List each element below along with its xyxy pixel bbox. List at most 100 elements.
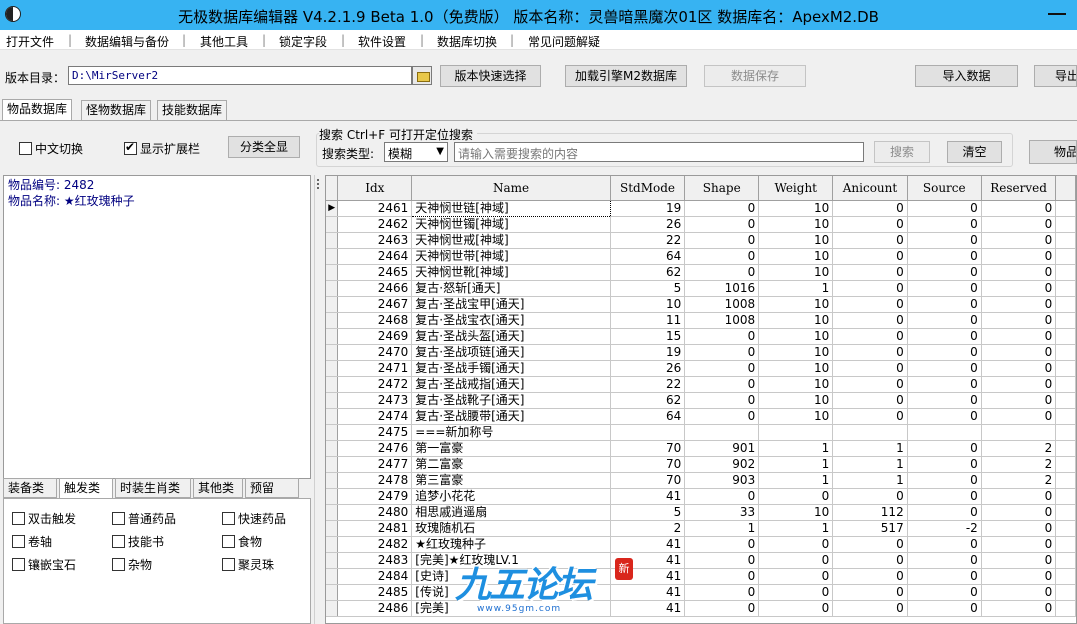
table-row[interactable]: 2464 天神悯世带[神域] 64 0 10 0 0 0 [326,248,1076,265]
row-indicator[interactable] [326,360,339,377]
table-cell[interactable]: 0 [981,600,1057,617]
table-cell[interactable]: 0 [981,536,1057,553]
table-cell[interactable]: 2466 [337,280,413,297]
table-cell[interactable]: 0 [832,376,908,393]
table-cell[interactable]: 10 [758,200,834,217]
row-indicator[interactable] [326,536,339,553]
table-cell[interactable]: 0 [684,232,760,249]
tab-other[interactable]: 其他类 [193,478,243,498]
table-cell[interactable]: 0 [907,200,982,217]
table-cell[interactable]: 复古·圣战宝甲[通天] [411,296,611,313]
table-cell[interactable] [907,424,982,441]
table-cell[interactable]: 0 [907,232,982,249]
table-row[interactable]: 2478 第三富豪 70 903 1 1 0 2 [326,472,1076,489]
row-indicator[interactable] [326,280,339,297]
row-indicator[interactable] [326,392,339,409]
table-cell[interactable]: 1 [832,440,908,457]
table-cell[interactable]: 0 [981,488,1057,505]
table-cell[interactable]: 复古·怒斩[通天] [411,280,611,297]
table-cell[interactable]: 70 [610,440,686,457]
table-cell[interactable]: 2 [610,520,686,537]
table-cell[interactable]: 复古·圣战靴子[通天] [411,392,611,409]
table-cell[interactable]: 0 [684,392,760,409]
row-indicator[interactable] [326,344,339,361]
table-cell[interactable]: 10 [758,216,834,233]
table-cell[interactable]: 0 [832,568,908,585]
row-indicator[interactable] [326,552,339,569]
load-engine-db-button[interactable]: 加载引擎M2数据库 [565,65,687,87]
table-cell[interactable]: 0 [684,376,760,393]
show-all-categories-button[interactable]: 分类全显 [228,136,300,158]
table-cell[interactable]: 0 [981,584,1057,601]
table-cell[interactable]: 1 [758,280,834,297]
table-cell[interactable]: 903 [684,472,760,489]
table-cell[interactable]: 相思戚逍遥扇 [411,504,611,521]
table-cell[interactable]: 2470 [337,344,413,361]
row-indicator[interactable] [326,264,339,281]
table-cell[interactable]: 0 [907,568,982,585]
table-row[interactable]: 2480 相思戚逍遥扇 5 33 10 112 0 0 [326,504,1076,521]
row-indicator[interactable] [326,600,339,617]
column-header[interactable]: Name [411,176,611,201]
row-indicator[interactable] [326,520,339,537]
table-cell[interactable]: 0 [907,456,982,473]
menu-faq[interactable]: 常见问题解疑 [528,33,600,50]
search-button[interactable]: 搜索 [874,141,930,163]
table-cell[interactable] [610,424,686,441]
table-cell[interactable]: 10 [758,504,834,521]
table-cell[interactable]: 26 [610,216,686,233]
table-row[interactable]: 2485 [传说] 41 0 0 0 0 0 [326,584,1076,601]
table-cell[interactable]: 2476 [337,440,413,457]
table-row[interactable]: 2475 ===新加称号 [326,424,1076,441]
table-cell[interactable]: 19 [610,200,686,217]
table-cell[interactable]: 10 [758,392,834,409]
table-cell[interactable]: 0 [832,264,908,281]
table-cell[interactable]: 天神悯世链[神域] [411,199,611,217]
table-cell[interactable]: 0 [684,360,760,377]
menu-other-tools[interactable]: 其他工具 [200,33,248,50]
quick-select-button[interactable]: 版本快速选择 [440,65,541,87]
table-cell[interactable]: 0 [981,232,1057,249]
menu-data-edit-backup[interactable]: 数据编辑与备份 [85,33,169,50]
table-row[interactable]: 2468 复古·圣战宝衣[通天] 11 1008 10 0 0 0 [326,312,1076,329]
table-cell[interactable]: 0 [832,344,908,361]
cat-spirit-bead[interactable]: 聚灵珠 [222,556,274,573]
table-cell[interactable]: 复古·圣战项链[通天] [411,344,611,361]
table-cell[interactable]: 2480 [337,504,413,521]
table-cell[interactable]: 0 [981,216,1057,233]
table-row[interactable]: 2466 复古·怒斩[通天] 5 1016 1 0 0 0 [326,280,1076,297]
table-cell[interactable]: 2474 [337,408,413,425]
table-cell[interactable]: 玫瑰随机石 [411,520,611,537]
table-cell[interactable]: 0 [684,264,760,281]
table-cell[interactable]: 2464 [337,248,413,265]
table-cell[interactable]: 0 [684,488,760,505]
table-row[interactable]: 2473 复古·圣战靴子[通天] 62 0 10 0 0 0 [326,392,1076,409]
table-cell[interactable]: 0 [907,488,982,505]
cat-food[interactable]: 食物 [222,533,262,550]
table-cell[interactable]: 22 [610,376,686,393]
cat-skill-book[interactable]: 技能书 [112,533,164,550]
table-cell[interactable]: 15 [610,328,686,345]
table-cell[interactable]: 1008 [684,312,760,329]
save-data-button[interactable]: 数据保存 [704,65,806,87]
table-cell[interactable]: 0 [684,568,760,585]
table-cell[interactable]: 0 [758,552,834,569]
table-cell[interactable]: 第一富豪 [411,440,611,457]
panel-splitter[interactable] [314,175,322,624]
table-cell[interactable]: 0 [981,200,1057,217]
table-cell[interactable]: 0 [684,552,760,569]
table-row[interactable]: 2467 复古·圣战宝甲[通天] 10 1008 10 0 0 0 [326,296,1076,313]
tab-monster-db[interactable]: 怪物数据库 [81,100,152,121]
cat-quick-potion[interactable]: 快速药品 [222,510,286,527]
table-cell[interactable]: 0 [758,584,834,601]
table-cell[interactable]: 0 [684,248,760,265]
chinese-toggle-checkbox[interactable]: 中文切换 [19,140,83,157]
table-row[interactable]: 2462 天神悯世镯[神域] 26 0 10 0 0 0 [326,216,1076,233]
table-cell[interactable]: 10 [758,248,834,265]
table-cell[interactable]: 0 [684,216,760,233]
row-indicator[interactable] [326,296,339,313]
table-cell[interactable]: 0 [832,328,908,345]
table-cell[interactable]: 0 [758,600,834,617]
table-cell[interactable]: 天神悯世镯[神域] [411,216,611,233]
table-cell[interactable]: 70 [610,456,686,473]
